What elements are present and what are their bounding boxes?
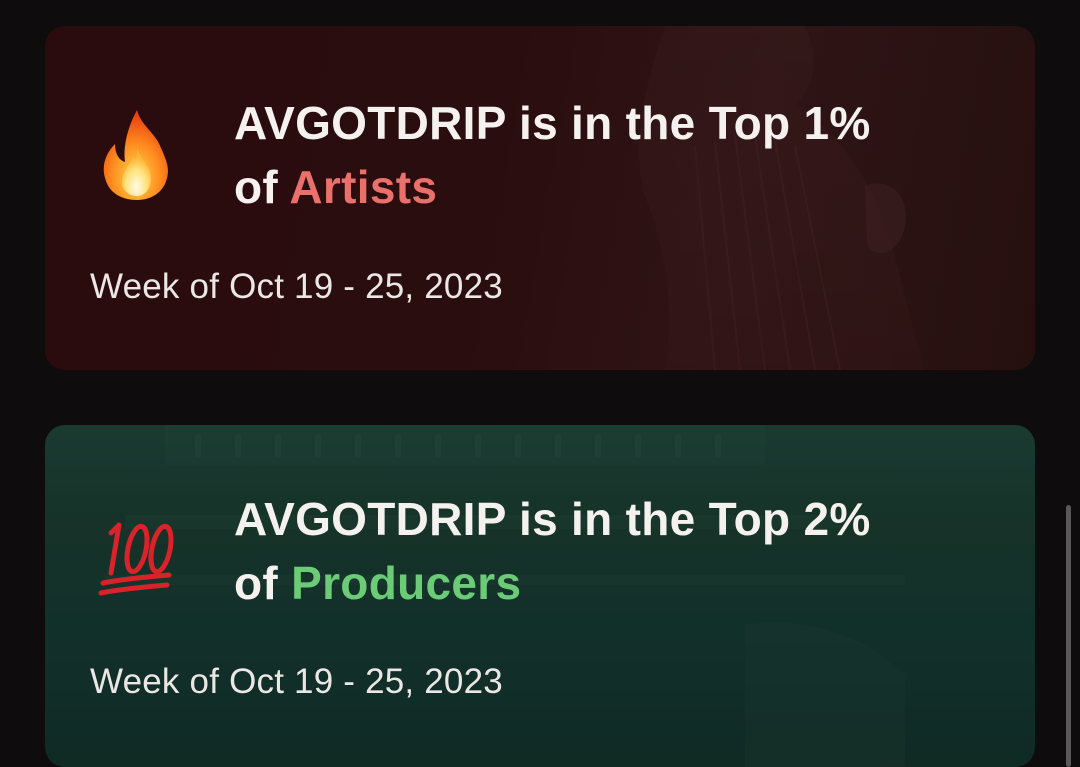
producers-headline-of: of <box>234 557 279 609</box>
artists-headline-rank: AVGOTDRIP is in the Top 1% <box>234 97 871 149</box>
artists-headline-of: of <box>234 161 279 213</box>
producers-headline-rank: AVGOTDRIP is in the Top 2% <box>234 493 871 545</box>
artists-headline: AVGOTDRIP is in the Top 1% of Artists <box>234 91 1014 219</box>
artists-category-label: Artists <box>289 161 438 213</box>
producers-category-label: Producers <box>291 557 522 609</box>
producers-week-range: Week of Oct 19 - 25, 2023 <box>90 662 503 701</box>
producers-headline: AVGOTDRIP is in the Top 2% of Producers <box>234 487 1014 615</box>
fire-emoji-icon <box>103 110 168 200</box>
top-artists-card[interactable]: AVGOTDRIP is in the Top 1% of Artists We… <box>45 26 1035 370</box>
hundred-points-emoji-icon <box>98 522 174 596</box>
artists-week-range: Week of Oct 19 - 25, 2023 <box>90 267 503 306</box>
rankings-feed: AVGOTDRIP is in the Top 1% of Artists We… <box>0 0 1080 767</box>
scrollbar[interactable] <box>1066 505 1071 767</box>
top-producers-card[interactable]: AVGOTDRIP is in the Top 2% of Producers … <box>45 425 1035 767</box>
